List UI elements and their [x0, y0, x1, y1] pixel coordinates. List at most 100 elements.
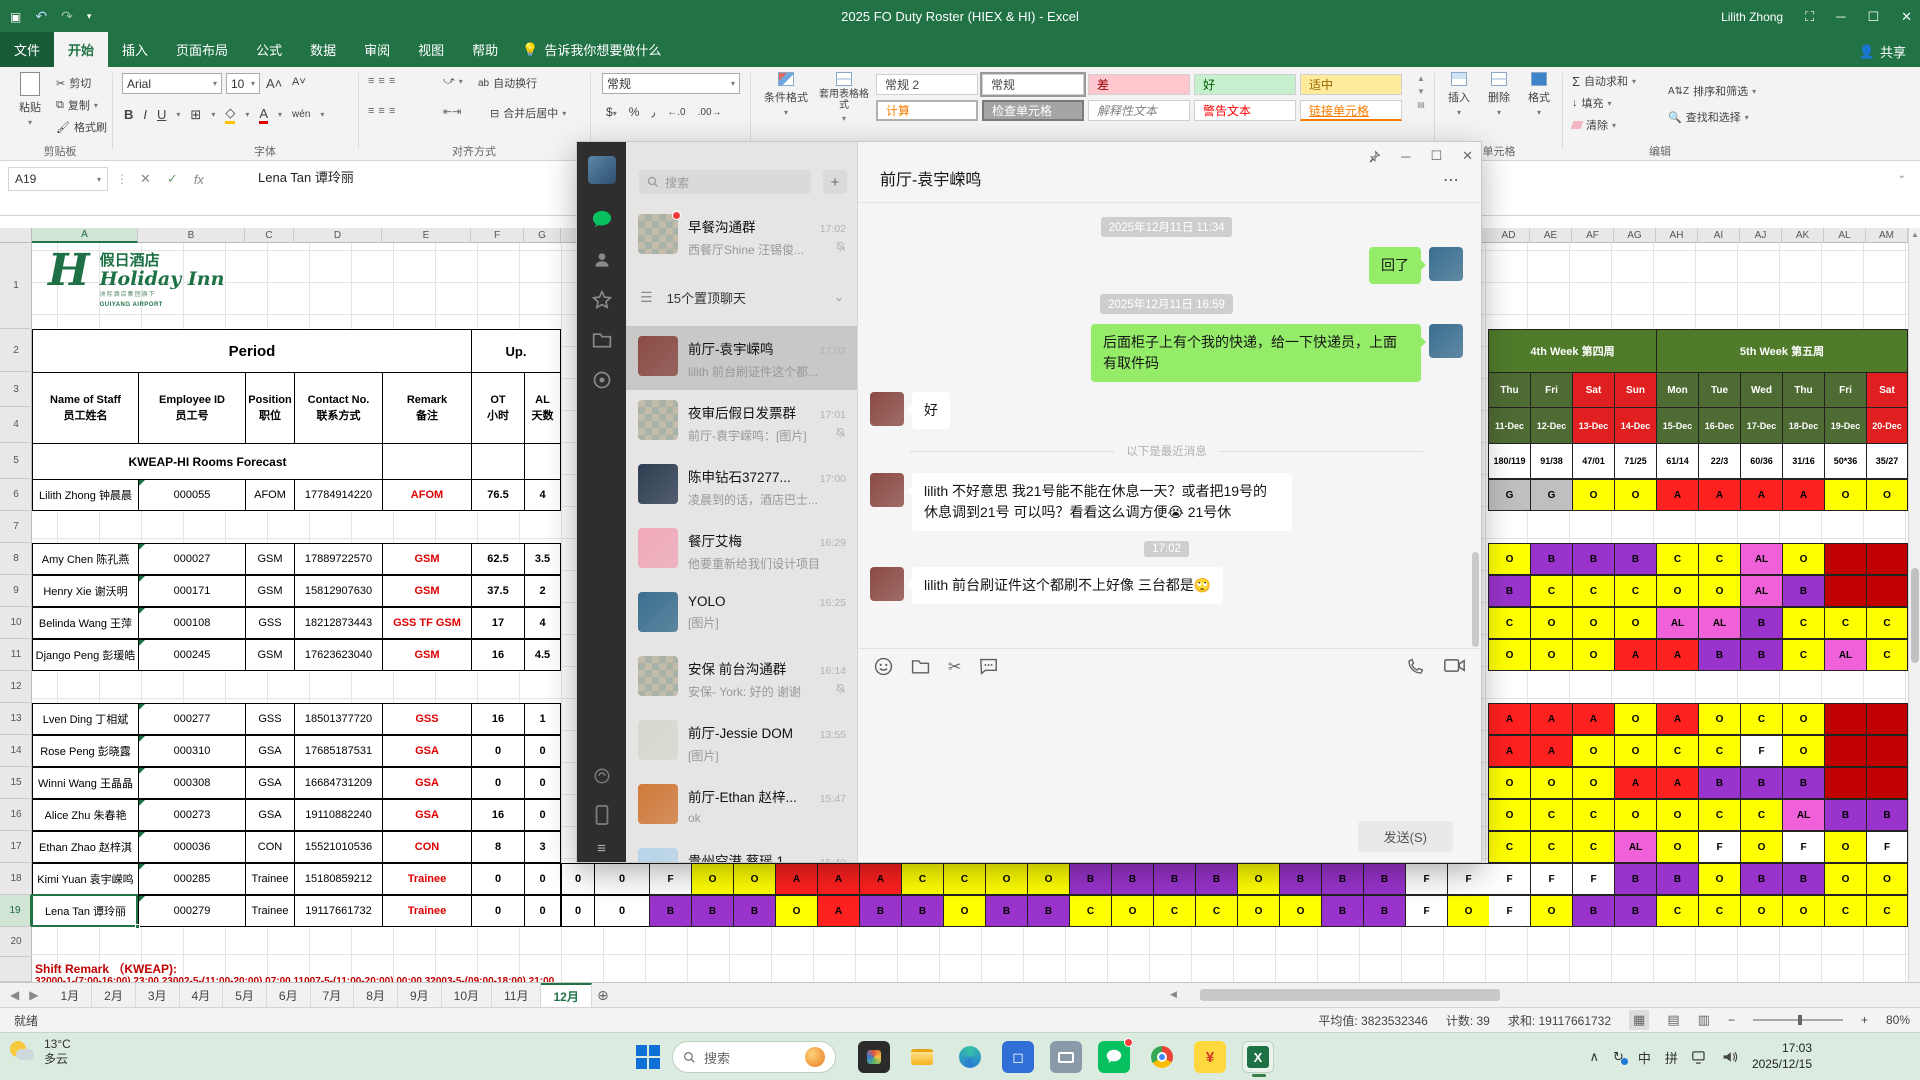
roster-cell[interactable]: C: [1866, 607, 1908, 639]
column-header-A[interactable]: A: [32, 228, 138, 243]
borders-icon[interactable]: ⊞: [190, 107, 201, 123]
staff-name-cell[interactable]: Henry Xie 谢沃明: [32, 575, 138, 607]
roster-cell[interactable]: C: [1698, 799, 1740, 831]
roster-cell[interactable]: O: [1614, 607, 1656, 639]
column-header-E[interactable]: E: [382, 228, 471, 243]
ot-cell[interactable]: 76.5: [471, 479, 524, 511]
remark-cell[interactable]: Trainee: [382, 863, 471, 895]
chat-list-item[interactable]: 安保 前台沟通群16:14安保- York: 好的 谢谢: [626, 646, 858, 710]
roster-cell[interactable]: O: [1488, 543, 1530, 575]
contact-cell[interactable]: 19110882240: [294, 799, 382, 831]
staff-col-header[interactable]: OT小时: [471, 372, 524, 443]
ribbon-options-icon[interactable]: ⛶: [1805, 9, 1814, 25]
avatar[interactable]: [1429, 324, 1463, 358]
cell-style-解释性文本[interactable]: 解释性文本: [1088, 100, 1190, 121]
phone-icon[interactable]: [595, 805, 609, 825]
increase-decimal-icon[interactable]: ←.0: [667, 107, 685, 118]
roster-cell[interactable]: O: [1530, 895, 1572, 927]
message-bubble[interactable]: 后面柜子上有个我的快递，给一下快递员，上面有取件码: [1091, 324, 1421, 382]
ot-cell[interactable]: 37.5: [471, 575, 524, 607]
roster-cell[interactable]: C: [1740, 799, 1782, 831]
moments-tab-icon[interactable]: [577, 360, 626, 400]
row-header-5[interactable]: 5: [0, 443, 32, 479]
roster-cell[interactable]: O: [985, 863, 1027, 895]
roster-cell[interactable]: AL: [1740, 543, 1782, 575]
chat-scrollbar-thumb[interactable]: [1472, 552, 1479, 647]
format-painter-button[interactable]: 🖌格式刷: [56, 119, 107, 135]
staff-col-header[interactable]: AL天数: [524, 372, 561, 443]
remark-cell[interactable]: GSA: [382, 735, 471, 767]
roster-cell[interactable]: O: [1782, 735, 1824, 767]
contact-cell[interactable]: 17685187531: [294, 735, 382, 767]
roster-cell[interactable]: C: [1782, 639, 1824, 671]
close-button[interactable]: ✕: [1901, 9, 1912, 25]
roster-cell[interactable]: A: [817, 863, 859, 895]
column-header-C[interactable]: C: [245, 228, 294, 243]
roster-cell[interactable]: C: [1572, 799, 1614, 831]
roster-cell[interactable]: C: [1782, 607, 1824, 639]
file-explorer-icon[interactable]: [906, 1041, 938, 1073]
merge-center-button[interactable]: ⊟合并后居中▾: [490, 105, 566, 121]
page-break-icon[interactable]: ▥: [1698, 1012, 1710, 1028]
start-button[interactable]: [636, 1045, 660, 1069]
files-tab-icon[interactable]: [577, 320, 626, 360]
row-header-6[interactable]: 6: [0, 479, 32, 511]
roster-cell[interactable]: O: [943, 895, 985, 927]
roster-cell[interactable]: [1824, 703, 1866, 735]
roster-cell[interactable]: C: [943, 863, 985, 895]
roster-cell[interactable]: B: [1824, 799, 1866, 831]
sheet-tab-5月[interactable]: 5月: [223, 983, 267, 1007]
roster-cell[interactable]: O: [1656, 575, 1698, 607]
roster-cell[interactable]: B: [1488, 575, 1530, 607]
ot-cell[interactable]: 17: [471, 607, 524, 639]
ribbon-tab-公式[interactable]: 公式: [242, 32, 296, 67]
column-header-AH[interactable]: AH: [1656, 228, 1698, 243]
employee-id-cell[interactable]: 000285: [138, 863, 245, 895]
favorites-tab-icon[interactable]: [577, 280, 626, 320]
ribbon-tab-插入[interactable]: 插入: [108, 32, 162, 67]
roster-cell[interactable]: O: [1572, 639, 1614, 671]
chat-list-item[interactable]: 前厅-Ethan 赵梓...15:47ok: [626, 774, 858, 838]
employee-id-cell[interactable]: 000310: [138, 735, 245, 767]
staff-name-cell[interactable]: Belinda Wang 王萍: [32, 607, 138, 639]
roster-cell[interactable]: B: [1698, 639, 1740, 671]
roster-cell[interactable]: B: [1572, 895, 1614, 927]
column-header-AI[interactable]: AI: [1698, 228, 1740, 243]
cancel-icon[interactable]: ✕: [140, 171, 151, 187]
position-cell[interactable]: GSA: [245, 735, 294, 767]
roster-cell[interactable]: C: [1824, 607, 1866, 639]
roster-cell[interactable]: B: [985, 895, 1027, 927]
al-cell[interactable]: 0: [524, 799, 561, 831]
roster-cell[interactable]: O: [1740, 831, 1782, 863]
ribbon-tab-页面布局[interactable]: 页面布局: [162, 32, 242, 67]
roster-cell[interactable]: B: [1111, 863, 1153, 895]
row-header-17[interactable]: 17: [0, 831, 32, 863]
sheet-tab-2月[interactable]: 2月: [92, 983, 136, 1007]
zoom-slider[interactable]: [1753, 1019, 1843, 1021]
roster-cell[interactable]: B: [1279, 863, 1321, 895]
cut-button[interactable]: ✂剪切: [56, 75, 91, 91]
roster-cell[interactable]: B: [1363, 863, 1405, 895]
employee-id-cell[interactable]: 000277: [138, 703, 245, 735]
roster-cell[interactable]: B: [1782, 767, 1824, 799]
font-size-select[interactable]: 10▾: [226, 73, 260, 94]
column-header-AM[interactable]: AM: [1866, 228, 1908, 243]
minimize-button[interactable]: ─: [1836, 9, 1845, 24]
position-cell[interactable]: GSM: [245, 575, 294, 607]
roster-cell[interactable]: AL: [1824, 639, 1866, 671]
roster-cell[interactable]: B: [733, 895, 775, 927]
row-header-1[interactable]: 1: [0, 243, 32, 329]
roster-cell[interactable]: O: [1656, 831, 1698, 863]
al-cell[interactable]: 0: [524, 895, 561, 927]
roster-cell[interactable]: B: [649, 895, 691, 927]
ot-cell[interactable]: 0: [471, 767, 524, 799]
al-cell[interactable]: 4: [524, 479, 561, 511]
paste-button[interactable]: 粘贴▾: [10, 72, 50, 127]
ot-cell[interactable]: 0: [471, 863, 524, 895]
font-color-icon[interactable]: A: [259, 106, 268, 124]
roster-cell[interactable]: C: [901, 863, 943, 895]
enter-icon[interactable]: ✓: [167, 171, 178, 187]
decrease-decimal-icon[interactable]: .00→: [698, 107, 722, 118]
contact-cell[interactable]: 18212873443: [294, 607, 382, 639]
roster-cell[interactable]: C: [1656, 895, 1698, 927]
